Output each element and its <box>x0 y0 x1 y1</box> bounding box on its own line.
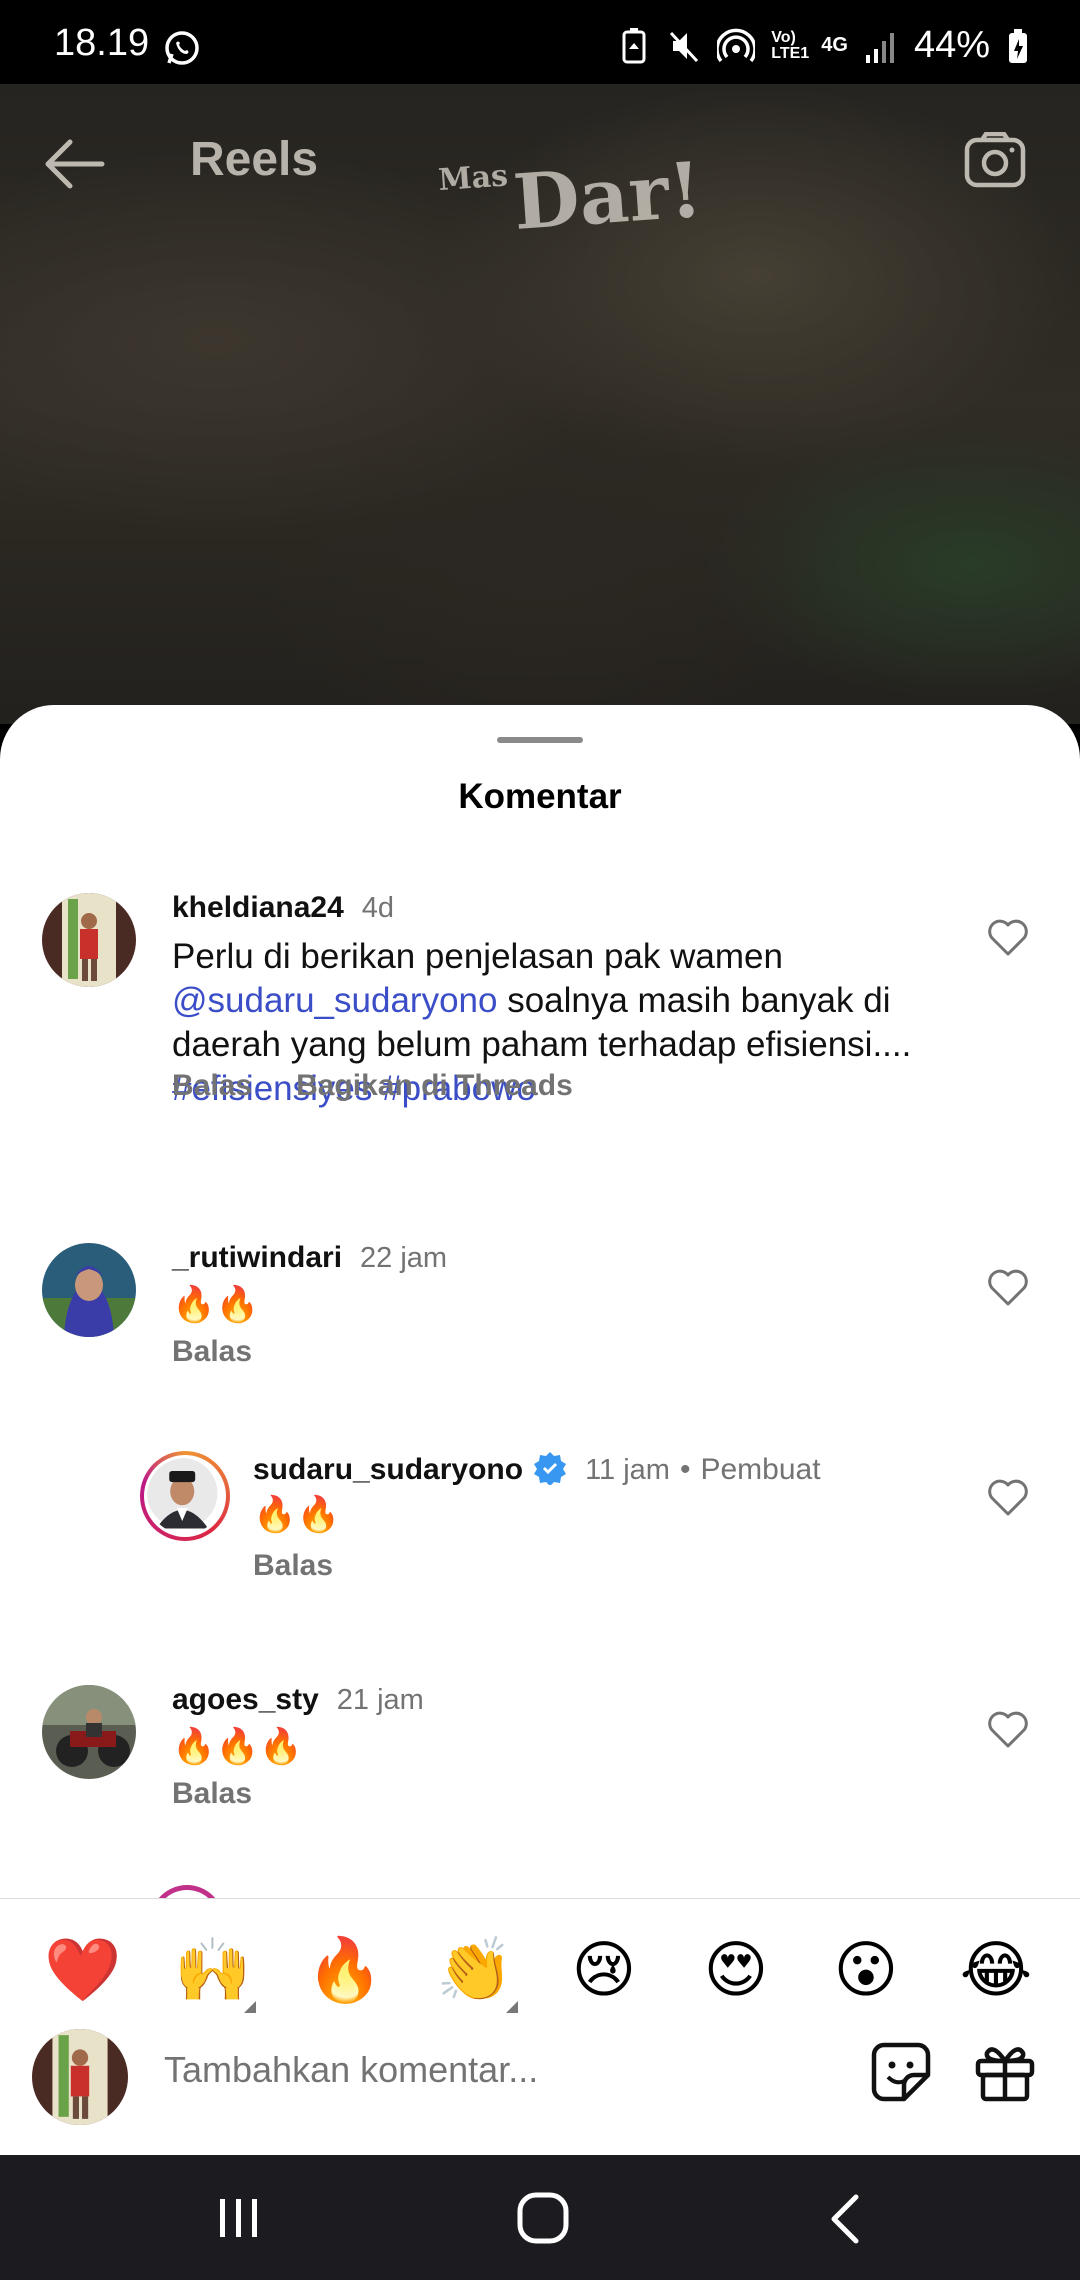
network-type: 4G <box>821 34 848 56</box>
reply-button[interactable]: Balas <box>172 1069 252 1103</box>
skin-tone-indicator <box>506 2001 518 2013</box>
mute-icon <box>670 31 699 62</box>
gift-icon[interactable] <box>974 2041 1036 2103</box>
whatsapp-icon <box>165 31 199 65</box>
comment-item: kheldiana24 4d Perlu di berikan penjelasa… <box>0 885 1080 1115</box>
comment-text: 🔥🔥 <box>172 1285 260 1324</box>
heart-eyes-emoji-button[interactable]: 😍 <box>698 1933 774 2009</box>
avatar[interactable] <box>42 893 136 987</box>
battery-percent: 44% <box>913 24 990 66</box>
skin-tone-indicator <box>244 2001 256 2013</box>
raising-hands-emoji-button[interactable]: 🙌 <box>174 1933 256 2013</box>
camera-icon[interactable] <box>964 132 1026 188</box>
verified-badge-icon <box>534 1452 567 1485</box>
comment-text: 🔥🔥🔥 <box>172 1727 303 1766</box>
battery-icon <box>1009 28 1027 63</box>
drag-handle[interactable] <box>497 737 583 743</box>
home-icon[interactable] <box>516 2191 570 2245</box>
volte-label: Vo) LTE1 <box>771 28 810 62</box>
crying-emoji-button[interactable]: 😢 <box>566 1933 642 2009</box>
clap-emoji-button[interactable]: 👏 <box>436 1933 518 2013</box>
sheet-title: Komentar <box>458 777 622 816</box>
mention-link[interactable]: @sudaru_sudaryono <box>172 981 497 1020</box>
status-bar: 18.19 Vo) LTE1 4G 44% <box>0 0 1080 84</box>
comment-text: 🔥🔥 <box>253 1495 341 1534</box>
reply-button[interactable]: Balas <box>172 1335 252 1369</box>
system-nav-bar <box>0 2155 1080 2280</box>
fire-emoji-button[interactable]: 🔥 <box>306 1933 383 2009</box>
surprised-emoji-button[interactable]: 😮 <box>828 1933 904 2009</box>
comment-username[interactable]: agoes_sty 21 jam <box>172 1683 424 1717</box>
comment-reply-item: sudaru_sudaryono 11 jam • Pembuat 🔥🔥 Balas <box>0 1445 1080 1595</box>
like-heart-icon[interactable] <box>986 1477 1030 1517</box>
reels-title: Reels <box>190 133 319 186</box>
avatar[interactable] <box>42 1685 136 1779</box>
like-heart-icon[interactable] <box>986 917 1030 957</box>
comment-time: 21 jam <box>336 1684 424 1716</box>
comment-input[interactable]: Tambahkan komentar... <box>164 2049 538 2091</box>
status-time: 18.19 <box>54 22 150 64</box>
creator-badge: Pembuat <box>700 1453 821 1486</box>
back-icon[interactable] <box>826 2193 862 2245</box>
back-arrow-icon[interactable] <box>40 134 106 194</box>
signal-icon <box>865 32 894 63</box>
comment-username[interactable]: kheldiana24 4d <box>172 891 394 925</box>
comment-username[interactable]: sudaru_sudaryono 11 jam • Pembuat <box>253 1451 821 1487</box>
sticker-icon[interactable] <box>870 2041 932 2103</box>
laughing-emoji-button[interactable]: 😂 <box>958 1933 1034 2009</box>
share-threads-button[interactable]: Bagikan di Threads <box>296 1069 573 1103</box>
comment-item: agoes_sty 21 jam 🔥🔥🔥 Balas <box>0 1677 1080 1817</box>
watermark-logo: MasDar! <box>437 144 705 247</box>
like-heart-icon[interactable] <box>986 1709 1030 1749</box>
like-heart-icon[interactable] <box>986 1267 1030 1307</box>
battery-saver-icon <box>622 27 646 63</box>
comment-item: _rutiwindari 22 jam 🔥🔥 Balas <box>0 1235 1080 1375</box>
comment-time: 22 jam <box>360 1242 448 1274</box>
reply-button[interactable]: Balas <box>172 1777 252 1811</box>
reel-video[interactable]: Reels MasDar! <box>0 84 1080 724</box>
creator-avatar[interactable] <box>140 1451 230 1541</box>
heart-emoji-button[interactable]: ❤️ <box>44 1933 121 2009</box>
comment-composer-area: ❤️ 🙌 🔥 👏 😢 😍 😮 😂 Tambahkan komentar... <box>0 1898 1080 2155</box>
my-avatar <box>32 2029 128 2125</box>
separator-dot: • <box>679 1453 691 1486</box>
avatar[interactable] <box>42 1243 136 1337</box>
recent-apps-icon[interactable] <box>214 2195 264 2241</box>
reply-button[interactable]: Balas <box>253 1549 333 1583</box>
comment-time: 11 jam <box>585 1454 670 1486</box>
comment-username[interactable]: _rutiwindari 22 jam <box>172 1241 447 1275</box>
emoji-quick-bar: ❤️ 🙌 🔥 👏 😢 😍 😮 😂 <box>0 1933 1080 2013</box>
comment-time: 4d <box>361 892 395 924</box>
hotspot-icon <box>717 28 756 62</box>
